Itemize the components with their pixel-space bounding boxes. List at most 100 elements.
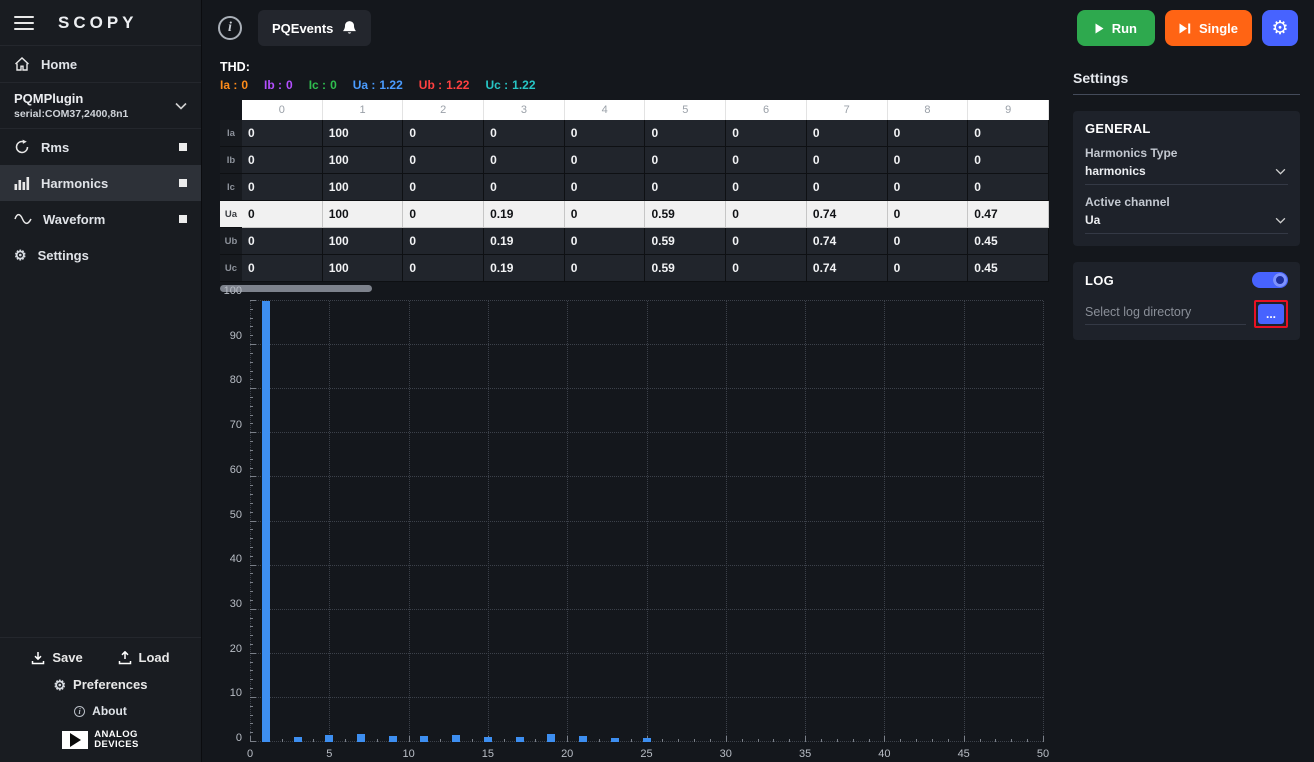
about-button[interactable]: i About [0,698,201,724]
stop-indicator-icon[interactable] [179,179,187,187]
chart-plot [250,301,1043,742]
y-axis-tick [250,379,253,380]
y-axis-tick [250,635,253,636]
single-button[interactable]: Single [1165,10,1252,46]
scrollbar-thumb[interactable] [220,285,372,292]
run-button[interactable]: Run [1077,10,1155,46]
sidebar-item-label: Home [41,57,77,72]
x-axis-tick [282,739,283,742]
sidebar-item-label: Waveform [43,212,105,227]
y-axis-tick [250,512,253,513]
thd-channel-Ua: Ua :1.22 [353,78,403,92]
sidebar-item-pqmplugin[interactable]: PQMPlugin serial:COM37,2400,8n1 [0,83,201,128]
x-axis-tick [662,739,663,742]
table-cell: 0 [403,228,484,255]
x-axis-tick [805,736,806,742]
sidebar-item-harmonics[interactable]: Harmonics [0,165,201,201]
topbar: i PQEvents Run Single ⚙ [202,0,1314,56]
active-channel-value: Ua [1085,213,1100,227]
thd-title: THD: [220,60,1049,74]
table-cell: 0 [484,120,565,147]
sidebar-item-settings[interactable]: ⚙ Settings [0,237,201,273]
y-axis-tick [250,397,253,398]
y-axis-tick [250,423,253,424]
sidebar-spacer [0,273,201,637]
row-label: Ib [220,147,242,174]
harmonics-type-value: harmonics [1085,164,1146,178]
y-axis-tick [250,300,256,301]
y-axis-tick [250,494,253,495]
x-axis-tick [377,739,378,742]
harmonics-type-dropdown[interactable]: harmonics [1085,160,1288,185]
info-icon: i [74,706,85,717]
active-channel-dropdown[interactable]: Ua [1085,209,1288,234]
y-axis-tick [250,521,256,522]
settings-panel-title: Settings [1073,70,1300,95]
info-icon[interactable]: i [218,16,242,40]
settings-panel: Settings GENERAL Harmonics Type harmonic… [1059,56,1314,762]
sidebar-item-rms[interactable]: Rms [0,129,201,165]
browse-directory-button[interactable]: ... [1258,304,1284,324]
x-axis-tick [678,739,679,742]
table-cell: 0 [807,147,888,174]
table-row-Ia[interactable]: Ia010000000000 [220,120,1049,147]
table-row-Ua[interactable]: Ua010000.1900.5900.7400.47 [220,201,1049,228]
table-row-Ic[interactable]: Ic010000000000 [220,174,1049,201]
table-cell: 0 [645,120,726,147]
table-column-header: 8 [888,100,969,120]
x-axis-tick [837,739,838,742]
y-axis-tick [250,529,253,530]
plugin-name: PQMPlugin [14,91,128,106]
x-axis-tick [995,739,996,742]
table-cell: 0 [888,174,969,201]
pqevents-button[interactable]: PQEvents [258,10,371,46]
y-axis-tick [250,688,253,689]
save-button[interactable]: Save [31,650,82,665]
highlight-annotation: ... [1254,300,1288,328]
x-tick-label: 15 [482,748,494,760]
table-cell: 0 [403,120,484,147]
stop-indicator-icon[interactable] [179,143,187,151]
stop-indicator-icon[interactable] [179,215,187,223]
table-row-Ub[interactable]: Ub010000.1900.5900.7400.45 [220,228,1049,255]
table-cell: 0 [968,120,1049,147]
x-tick-label: 45 [958,748,970,760]
x-axis-tick [535,739,536,742]
gridline-vertical [1043,301,1044,742]
horizontal-scrollbar[interactable] [220,284,1049,293]
about-label: About [92,704,127,718]
y-axis-tick [250,485,253,486]
x-axis-tick [932,739,933,742]
table-cell: 100 [323,201,404,228]
log-toggle[interactable] [1252,272,1288,288]
table-row-Uc[interactable]: Uc010000.1900.5900.7400.45 [220,255,1049,282]
sidebar-item-home[interactable]: Home [0,46,201,82]
bell-icon [342,20,357,36]
gridline-vertical [567,301,568,742]
table-column-header: 4 [565,100,646,120]
gear-icon: ⚙ [53,678,66,692]
gridline-vertical [647,301,648,742]
table-cell: 0 [888,120,969,147]
single-label: Single [1199,21,1238,36]
x-tick-label: 0 [247,748,253,760]
sidebar-item-waveform[interactable]: Waveform [0,201,201,237]
row-label: Ua [220,201,242,228]
log-directory-input[interactable] [1085,303,1246,325]
y-axis-tick [250,591,253,592]
y-tick-label: 20 [230,643,242,655]
load-button[interactable]: Load [118,650,170,665]
table-cell: 0 [726,147,807,174]
brand-line2: DEVICES [94,740,139,750]
main-area: i PQEvents Run Single ⚙ THD: [202,0,1314,762]
preferences-button[interactable]: ⚙ Preferences [0,671,201,698]
table-cell: 0 [726,174,807,201]
y-tick-label: 80 [230,374,242,386]
harmonics-icon [14,176,30,190]
table-cell: 0 [968,147,1049,174]
table-row-Ib[interactable]: Ib010000000000 [220,147,1049,174]
settings-gear-button[interactable]: ⚙ [1262,10,1298,46]
menu-icon[interactable] [14,12,34,34]
waveform-icon [14,213,32,225]
table-cell: 0 [645,147,726,174]
